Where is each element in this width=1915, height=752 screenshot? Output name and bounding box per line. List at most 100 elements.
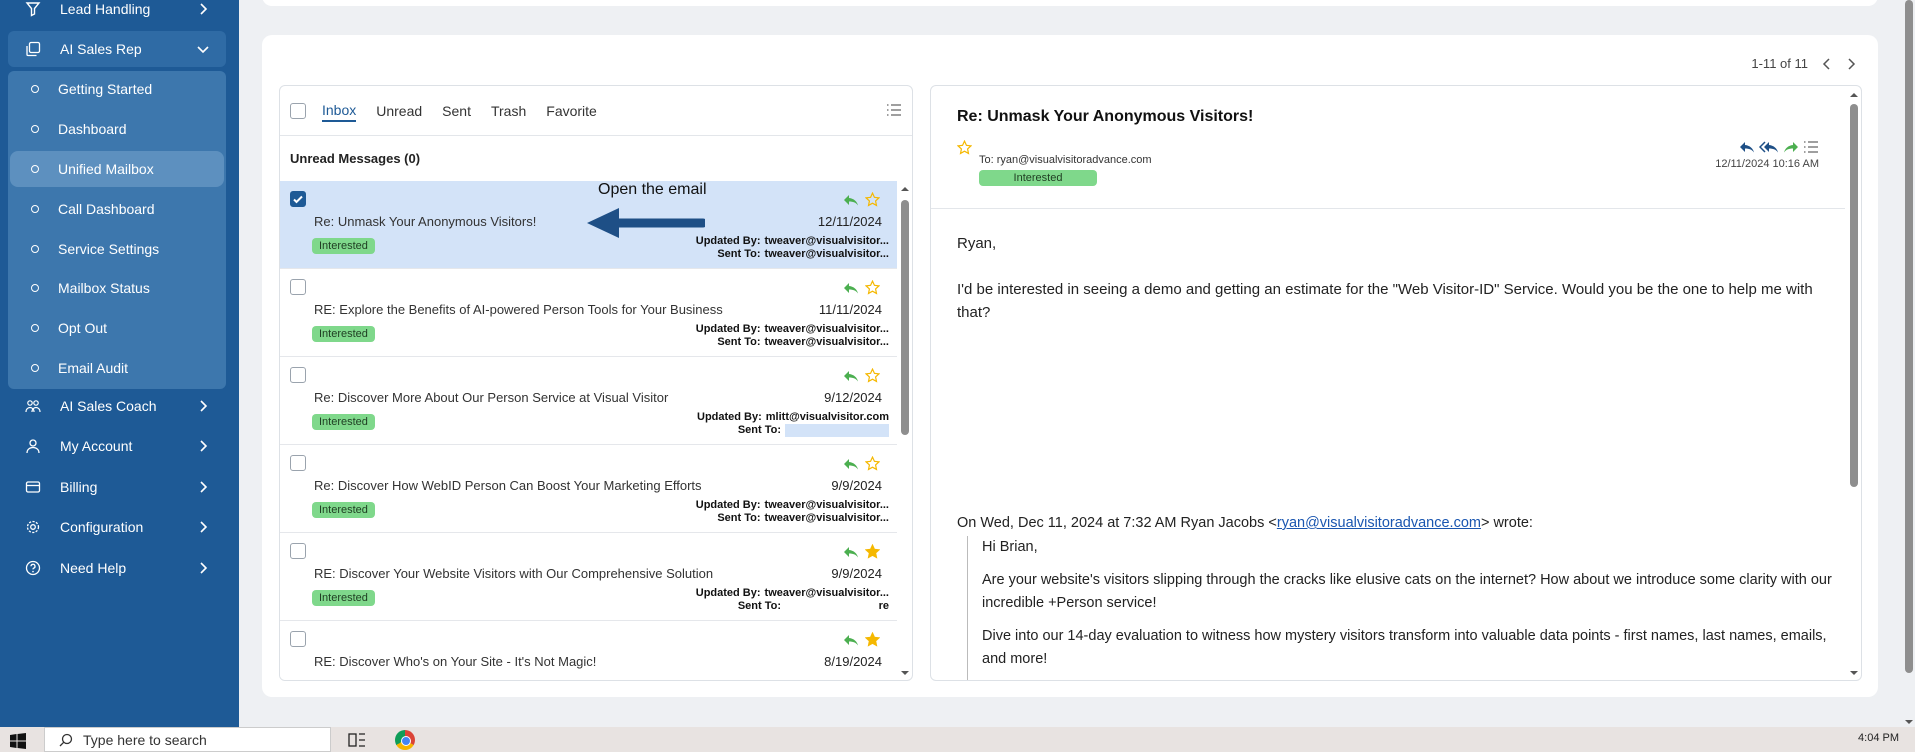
email-actions <box>1739 140 1819 154</box>
filter-icon <box>22 0 44 20</box>
scroll-down-icon[interactable] <box>1903 717 1915 727</box>
taskbar-search[interactable]: Type here to search <box>44 727 331 752</box>
email-row[interactable]: RE: Discover Who's on Your Site - It's N… <box>280 621 897 680</box>
email-subject: RE: Discover Who's on Your Site - It's N… <box>314 654 597 669</box>
sidebar-item-configuration[interactable]: Configuration <box>8 509 226 545</box>
email-reader-header: Re: Unmask Your Anonymous Visitors! To: … <box>931 86 1845 209</box>
email-reader-scrollbar[interactable] <box>1847 88 1859 680</box>
row-checkbox[interactable] <box>290 543 306 559</box>
updated-by-value: tweaver@visualvisitor... <box>764 499 889 511</box>
row-checkbox[interactable] <box>290 279 306 295</box>
windows-start-icon[interactable] <box>10 733 26 749</box>
scroll-down-icon[interactable] <box>1848 668 1860 678</box>
submenu-item-label: Opt Out <box>58 320 108 336</box>
bullet-icon <box>31 284 39 292</box>
star-outline-icon[interactable] <box>957 140 972 155</box>
ai-sales-rep-submenu: Getting Started Dashboard Unified Mailbo… <box>8 71 226 389</box>
scroll-down-icon[interactable] <box>899 668 911 678</box>
chevron-left-icon[interactable] <box>1822 57 1832 70</box>
status-badge: Interested <box>979 170 1097 186</box>
group-icon <box>22 395 44 417</box>
email-row[interactable]: Re: Discover More About Our Person Servi… <box>280 357 897 445</box>
scrollbar-thumb[interactable] <box>1905 0 1913 673</box>
reply-icon[interactable] <box>843 281 859 295</box>
sidebar-item-my-account[interactable]: My Account <box>8 428 226 464</box>
chevron-right-icon[interactable] <box>1846 57 1856 70</box>
sidebar-item-ai-sales-coach[interactable]: AI Sales Coach <box>8 388 226 424</box>
row-checkbox[interactable] <box>290 631 306 647</box>
submenu-item-mailbox-status[interactable]: Mailbox Status <box>10 270 224 306</box>
email-reader-panel: Re: Unmask Your Anonymous Visitors! To: … <box>930 85 1862 681</box>
reply-icon[interactable] <box>843 457 859 471</box>
select-all-checkbox[interactable] <box>290 102 306 119</box>
scroll-up-icon[interactable] <box>899 184 911 194</box>
quote-email-link[interactable]: ryan@visualvisitoradvance.com <box>1277 515 1481 531</box>
list-view-icon[interactable] <box>886 102 902 118</box>
tab-sent[interactable]: Sent <box>442 101 471 121</box>
reply-icon[interactable] <box>843 369 859 383</box>
star-outline-icon[interactable] <box>865 192 880 207</box>
reply-icon[interactable] <box>843 193 859 207</box>
scroll-up-icon[interactable] <box>1848 90 1860 100</box>
updated-by-label: Updated By: <box>695 499 761 511</box>
scrollbar-thumb[interactable] <box>1850 104 1858 487</box>
sidebar-item-label: Lead Handling <box>60 1 151 17</box>
submenu-item-email-audit[interactable]: Email Audit <box>10 350 224 386</box>
reply-icon[interactable] <box>1739 140 1755 154</box>
email-meta: Updated By: tweaver@visualvisitor... Sent… <box>696 499 889 525</box>
pagination: 1-11 of 11 <box>1751 56 1856 71</box>
tab-inbox[interactable]: Inbox <box>322 100 357 122</box>
reply-icon[interactable] <box>843 545 859 559</box>
sent-to-value <box>785 424 889 437</box>
star-filled-icon[interactable] <box>865 544 880 559</box>
submenu-item-opt-out[interactable]: Opt Out <box>10 310 224 346</box>
chevron-right-icon <box>200 562 208 574</box>
bullet-icon <box>31 324 39 332</box>
tab-favorite[interactable]: Favorite <box>546 101 597 121</box>
email-subject: Re: Discover More About Our Person Servi… <box>314 390 669 405</box>
reply-all-icon[interactable] <box>1759 140 1779 154</box>
quote-line: Hi Brian, <box>982 539 1038 555</box>
chevron-right-icon <box>200 3 208 15</box>
email-row[interactable]: RE: Discover Your Website Visitors with … <box>280 533 897 621</box>
star-outline-icon[interactable] <box>865 280 880 295</box>
submenu-item-getting-started[interactable]: Getting Started <box>10 71 224 107</box>
email-date: 11/11/2024 <box>818 302 882 317</box>
bullet-icon <box>31 165 39 173</box>
card-icon <box>22 476 44 498</box>
row-checkbox[interactable] <box>290 455 306 471</box>
tab-trash[interactable]: Trash <box>491 101 526 121</box>
scrollbar-thumb[interactable] <box>901 200 909 435</box>
sidebar-item-lead-handling[interactable]: Lead Handling <box>8 0 226 27</box>
sidebar-item-need-help[interactable]: Need Help <box>8 550 226 586</box>
forward-icon[interactable] <box>1783 140 1799 154</box>
updated-by-value: tweaver@visualvisitor... <box>764 235 889 247</box>
list-view-icon[interactable] <box>1803 140 1819 154</box>
gear-icon <box>22 516 44 538</box>
submenu-item-unified-mailbox[interactable]: Unified Mailbox <box>10 151 224 187</box>
page-scrollbar[interactable] <box>1903 0 1915 727</box>
submenu-item-call-dashboard[interactable]: Call Dashboard <box>10 191 224 227</box>
chevron-right-icon <box>200 440 208 452</box>
submenu-item-dashboard[interactable]: Dashboard <box>10 111 224 147</box>
email-row[interactable]: RE: Explore the Benefits of AI-powered P… <box>280 269 897 357</box>
sidebar-item-billing[interactable]: Billing <box>8 469 226 505</box>
star-outline-icon[interactable] <box>865 456 880 471</box>
email-list-scrollbar[interactable] <box>898 182 910 680</box>
row-checkbox[interactable] <box>290 367 306 383</box>
sidebar-item-label: Billing <box>60 479 98 495</box>
reply-icon[interactable] <box>843 633 859 647</box>
sidebar-item-ai-sales-rep[interactable]: AI Sales Rep <box>8 31 226 67</box>
tab-unread[interactable]: Unread <box>376 101 422 121</box>
row-checkbox[interactable] <box>290 191 306 207</box>
sidebar-item-label: AI Sales Rep <box>60 41 142 57</box>
star-outline-icon[interactable] <box>865 368 880 383</box>
pagination-range: 1-11 of 11 <box>1751 56 1808 71</box>
copy-icon <box>22 38 44 60</box>
star-filled-icon[interactable] <box>865 632 880 647</box>
quote-prefix: On Wed, Dec 11, 2024 at 7:32 AM Ryan Jac… <box>957 515 1277 531</box>
task-view-icon[interactable] <box>348 732 366 748</box>
submenu-item-service-settings[interactable]: Service Settings <box>10 231 224 267</box>
chrome-icon[interactable] <box>395 730 415 750</box>
email-row[interactable]: Re: Discover How WebID Person Can Boost … <box>280 445 897 533</box>
